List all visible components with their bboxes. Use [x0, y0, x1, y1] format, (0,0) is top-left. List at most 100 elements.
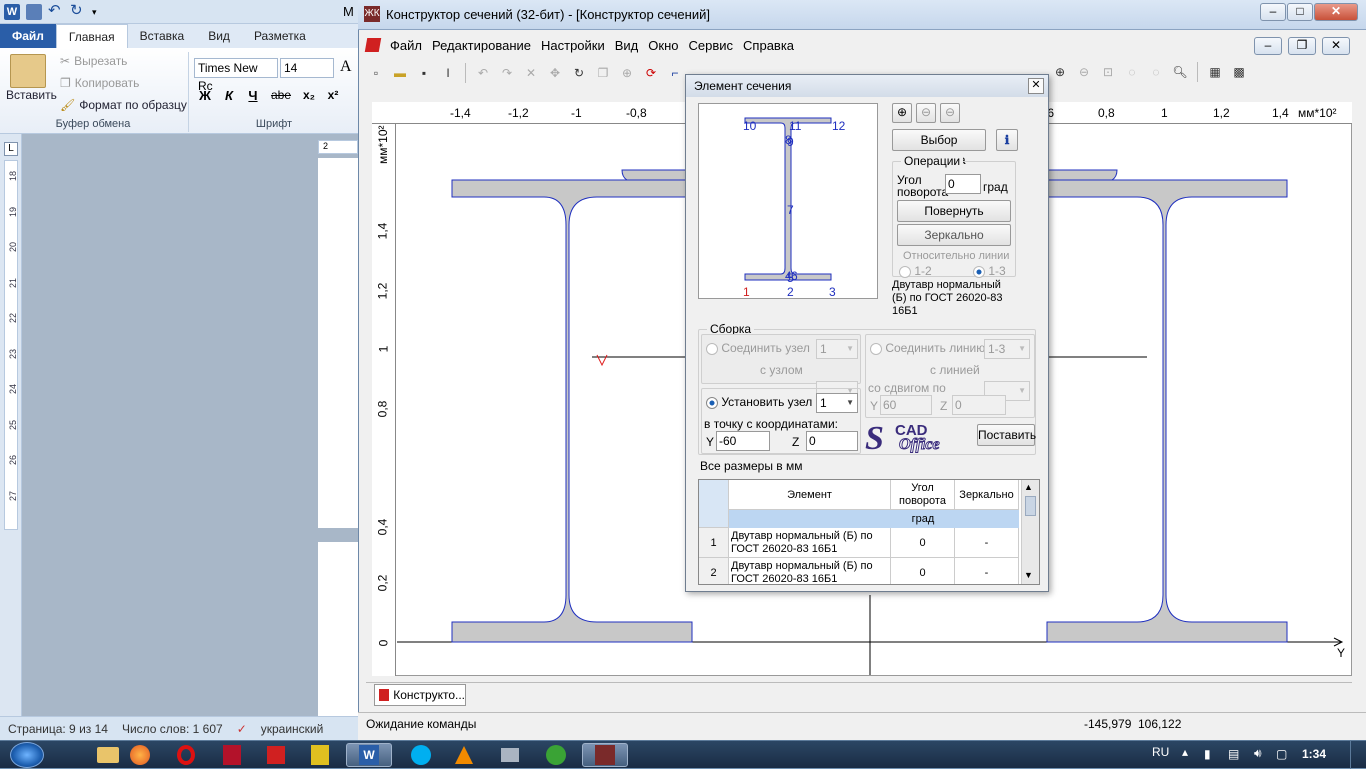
show-desktop-button[interactable]	[1350, 741, 1366, 769]
zoom-out-icon[interactable]: ⊖	[916, 103, 936, 123]
place-button[interactable]: Поставить	[977, 424, 1036, 446]
menu-file[interactable]: Файл	[390, 38, 422, 53]
new-icon[interactable]: ▫	[366, 63, 386, 83]
menu-view[interactable]: Вид	[615, 38, 639, 53]
menu-edit[interactable]: Редактирование	[432, 38, 531, 53]
zoom-next-icon[interactable]: ◌	[1146, 62, 1166, 82]
move-icon[interactable]: ✥	[545, 63, 565, 83]
format-painter-button[interactable]: 🖌 Формат по образцу	[60, 98, 187, 112]
mdi-restore-button[interactable]: ❐	[1288, 37, 1316, 55]
col-element[interactable]: Элемент	[729, 480, 891, 510]
delete-icon[interactable]: ✕	[521, 63, 541, 83]
clock[interactable]: 1:34	[1302, 747, 1326, 761]
italic-button[interactable]: К	[218, 88, 240, 103]
document-tab[interactable]: Конструкто...	[374, 684, 466, 706]
proofing-icon[interactable]: ✓	[237, 722, 247, 736]
document-page-next[interactable]	[318, 542, 358, 716]
info-icon[interactable]: ℹ	[996, 129, 1018, 151]
z-input[interactable]: 0	[806, 431, 858, 451]
copy-icon[interactable]: ❐	[593, 63, 613, 83]
open-icon[interactable]: ▬	[390, 63, 410, 83]
dialog-close-button[interactable]: ✕	[1028, 78, 1044, 94]
document-page[interactable]	[318, 158, 358, 528]
save-icon[interactable]: ▪	[414, 63, 434, 83]
close-button[interactable]: ✕	[1314, 3, 1358, 21]
tab-selector-icon[interactable]: L	[4, 142, 18, 156]
taskbar-opera-icon[interactable]	[166, 743, 206, 767]
set-node-select[interactable]: 1	[816, 393, 858, 413]
redo-icon[interactable]: ↷	[497, 63, 517, 83]
paste-button[interactable]: Вставить	[6, 88, 57, 102]
taskbar-scad-icon[interactable]	[256, 743, 296, 767]
join-line-radio[interactable]: Соединить линию	[870, 341, 985, 355]
plate-left[interactable]	[621, 169, 688, 181]
underline-button[interactable]: Ч	[242, 88, 264, 103]
paste-icon[interactable]	[10, 54, 46, 88]
element-preview[interactable]: 10 11 12 9 8 7 4 5 6 1 2 3	[698, 103, 878, 299]
tray-icon-2[interactable]: ▢	[1276, 747, 1287, 761]
zoom-all-icon[interactable]: 🔍︎	[1170, 62, 1190, 82]
menu-settings[interactable]: Настройки	[541, 38, 605, 53]
table-scrollbar[interactable]: ▲ ▼	[1021, 480, 1039, 584]
zoom-fit-icon[interactable]: ⊖	[940, 103, 960, 123]
scroll-up-icon[interactable]: ▲	[1024, 482, 1033, 492]
volume-icon[interactable]: 🔊︎	[1254, 746, 1262, 761]
taskbar-section-builder-icon[interactable]	[582, 743, 628, 767]
language-indicator[interactable]: RU	[1152, 745, 1169, 759]
menu-help[interactable]: Справка	[743, 38, 794, 53]
zoom-window-icon[interactable]: ⊡	[1098, 62, 1118, 82]
relative-opt-2[interactable]: 1-3	[973, 264, 1006, 278]
set-node-radio[interactable]: Установить узел	[706, 395, 812, 409]
taskbar-word-icon[interactable]: W	[346, 743, 392, 767]
section-icon[interactable]: I	[438, 63, 458, 83]
language[interactable]: украинский	[261, 722, 324, 736]
mdi-close-button[interactable]: ✕	[1322, 37, 1350, 55]
join-node-radio[interactable]: Соединить узел	[706, 341, 810, 355]
copy-button[interactable]: ❐ Копировать	[60, 76, 139, 90]
i-beam-left[interactable]	[451, 179, 693, 643]
subscript-button[interactable]: x₂	[298, 88, 320, 103]
zoom-in-icon[interactable]: ⊕	[892, 103, 912, 123]
font-size-box[interactable]: 14	[280, 58, 334, 78]
plate-right[interactable]	[1046, 169, 1118, 181]
taskbar-tool-icon[interactable]	[490, 743, 530, 767]
col-angle[interactable]: Угол поворота	[891, 480, 955, 510]
bold-button[interactable]: Ж	[194, 88, 216, 103]
menu-window[interactable]: Окно	[648, 38, 678, 53]
tab-layout[interactable]: Разметка страниц	[242, 24, 358, 67]
zoom-in-icon[interactable]: ⊕	[1050, 62, 1070, 82]
taskbar-firefox-icon[interactable]	[120, 743, 160, 767]
undo-icon[interactable]: ↶	[473, 63, 493, 83]
relative-opt-1[interactable]: 1-2	[899, 264, 932, 278]
array-icon[interactable]: ⊕	[617, 63, 637, 83]
taskbar-utorrent-icon[interactable]	[536, 743, 576, 767]
zoom-prev-icon[interactable]: ◌	[1122, 62, 1142, 82]
word-count[interactable]: Число слов: 1 607	[122, 722, 223, 736]
y-input[interactable]: -60	[716, 431, 770, 451]
join-line-select[interactable]: 1-3	[984, 339, 1030, 359]
page-count[interactable]: Страница: 9 из 14	[8, 722, 108, 736]
select-element-button[interactable]: Выбор элемента	[892, 129, 986, 167]
mirror-button[interactable]: Зеркально	[897, 224, 1011, 246]
start-button[interactable]	[10, 742, 44, 768]
taskbar-vlc-icon[interactable]	[444, 743, 484, 767]
taskbar-app-icon[interactable]	[300, 743, 340, 767]
mdi-minimize-button[interactable]: –	[1254, 37, 1282, 55]
tab-view[interactable]: Вид	[196, 24, 242, 48]
minimize-button[interactable]: –	[1260, 3, 1286, 21]
layers-icon[interactable]: ▩	[1229, 62, 1249, 82]
superscript-button[interactable]: x²	[322, 88, 344, 103]
angle-input[interactable]: 0	[945, 174, 981, 194]
table-row[interactable]: 1 Двутавр нормальный (Б) по ГОСТ 26020-8…	[699, 528, 1019, 558]
undo-icon[interactable]: ↶	[48, 3, 64, 20]
join-node-select[interactable]: 1	[816, 339, 858, 359]
qat-dropdown-icon[interactable]: ▾	[92, 4, 108, 20]
shift-y-input[interactable]: 60	[880, 395, 932, 415]
strikethrough-button[interactable]: abe	[266, 88, 296, 103]
tab-insert[interactable]: Вставка	[128, 24, 197, 48]
rotate-icon[interactable]: ↻	[569, 63, 589, 83]
zoom-out-icon[interactable]: ⊖	[1074, 62, 1094, 82]
taskbar-skype-icon[interactable]	[398, 743, 444, 767]
redo-icon[interactable]: ↻	[70, 3, 86, 20]
table-corner[interactable]	[699, 480, 729, 528]
